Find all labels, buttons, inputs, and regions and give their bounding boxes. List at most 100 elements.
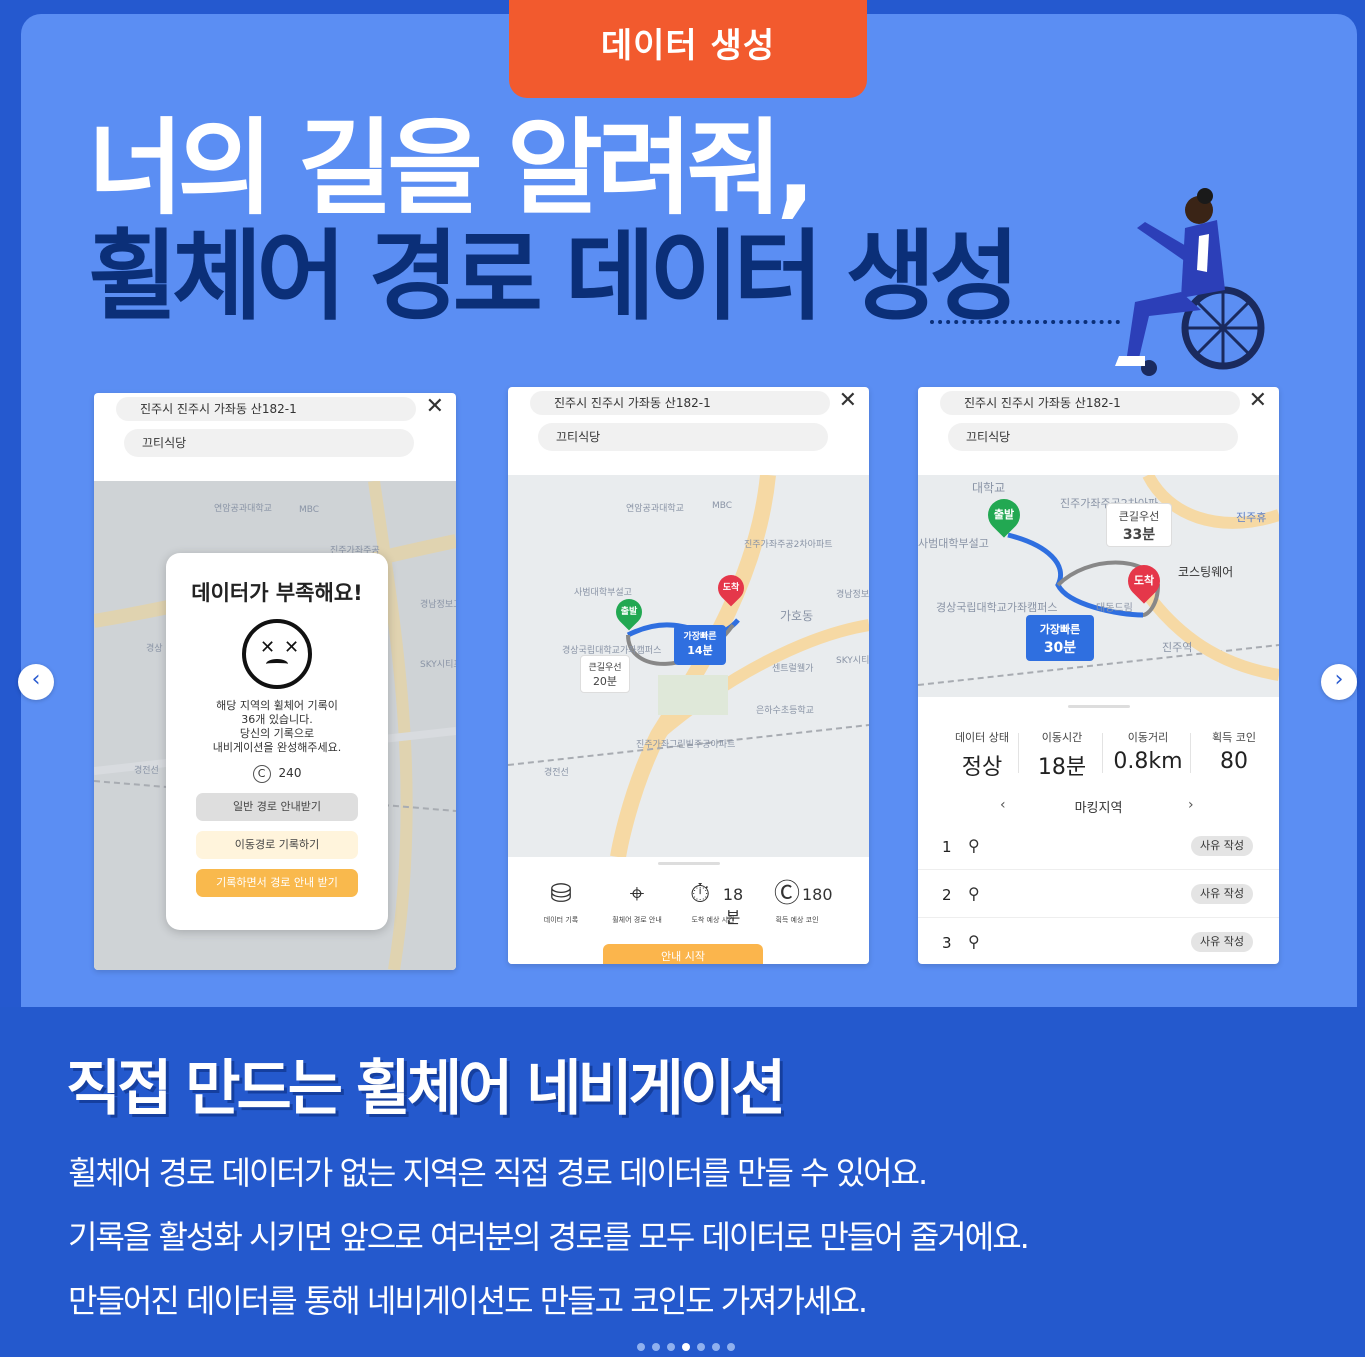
marking-row: 3 ⚲ 사유 작성: [918, 920, 1279, 964]
tool-value: 180: [802, 885, 833, 904]
database-add-icon: ⛁: [550, 879, 572, 909]
stat-duration: 이동시간 18분: [1018, 729, 1106, 781]
page-dot[interactable]: [667, 1343, 675, 1351]
place-bar[interactable]: 끄티식당: [538, 423, 828, 451]
dialog-line: 당신의 기록으로: [239, 727, 315, 740]
page-dot-active[interactable]: [682, 1343, 690, 1351]
description-line-3: 만들어진 데이터를 통해 네비게이션도 만들고 코인도 가져가세요.: [68, 1282, 868, 1320]
fast-route-time: 30분: [1043, 640, 1077, 656]
map-view[interactable]: 연암공과대학교 MBC 진주가좌주공2차아파트 사범대학부설고 가호동 경남정보…: [508, 475, 869, 857]
start-guide-button[interactable]: 안내 시작: [603, 944, 763, 964]
marking-number: 3: [942, 934, 952, 952]
normal-route-button[interactable]: 일반 경로 안내받기: [196, 793, 358, 821]
address-bar[interactable]: 진주시 진주시 가좌동 산182-1: [116, 397, 416, 421]
phone-screen-route-select: 진주시 진주시 가좌동 산182-1 ✕ 끄티식당 연암공과대학교 MBC 진주…: [508, 387, 869, 964]
drag-handle[interactable]: [658, 862, 720, 865]
stat-label: 이동시간: [1041, 731, 1083, 744]
page-dot[interactable]: [652, 1343, 660, 1351]
close-icon[interactable]: ✕: [839, 389, 857, 413]
write-reason-button[interactable]: 사유 작성: [1191, 836, 1253, 856]
stat-value: 정상: [961, 755, 1003, 780]
map-label: SKY시티프라디움: [420, 660, 456, 670]
chevron-left-icon[interactable]: ‹: [1000, 797, 1006, 813]
map-label: 경상: [146, 644, 163, 654]
end-pin[interactable]: 도착: [712, 569, 750, 607]
pagination-dots: [637, 1336, 742, 1351]
dialog-line: 내비게이션을 완성해주세요.: [212, 741, 342, 754]
map-label: 진주가좌그린빌주공아파트: [636, 740, 736, 750]
map-label: SKY시티프라디움: [836, 656, 869, 666]
prev-slide-button[interactable]: ‹: [18, 664, 54, 700]
page-dot[interactable]: [697, 1343, 705, 1351]
map-label: 대학교: [972, 481, 1006, 495]
page-dot[interactable]: [637, 1343, 645, 1351]
big-route-bubble[interactable]: 큰길우선 33분: [1106, 503, 1172, 547]
next-slide-button[interactable]: ›: [1321, 664, 1357, 700]
map-label: 진주휴: [1236, 511, 1267, 524]
drag-handle[interactable]: [1068, 705, 1130, 708]
phone-screen-no-data: 진주시 진주시 가좌동 산182-1 ✕ 끄티식당 연암공과대학교 MBC 진주…: [94, 393, 456, 970]
map-label: 진주가좌주공2차아파트: [744, 540, 833, 550]
page-dot[interactable]: [712, 1343, 720, 1351]
description-line-1: 휠체어 경로 데이터가 없는 지역은 직접 경로 데이터를 만들 수 있어요.: [68, 1154, 928, 1192]
address-bar[interactable]: 진주시 진주시 가좌동 산182-1: [940, 391, 1240, 415]
dialog-title: 데이터가 부족해요!: [191, 581, 363, 605]
headline-line-1: 너의 길을 알려줘,: [88, 107, 816, 229]
place-bar[interactable]: 끄티식당: [948, 423, 1238, 451]
fast-route-label: 가장빠른: [1039, 623, 1081, 636]
page-dot[interactable]: [727, 1343, 735, 1351]
map-label: 경전선: [134, 766, 159, 776]
map-label: 센트럴웰가: [772, 664, 814, 674]
headline-line-2: 휠체어 경로 데이터 생성: [88, 220, 1020, 334]
dialog-line: 36개 있습니다.: [241, 713, 313, 726]
address-bar[interactable]: 진주시 진주시 가좌동 산182-1: [530, 391, 830, 415]
write-reason-button[interactable]: 사유 작성: [1191, 884, 1253, 904]
write-reason-button[interactable]: 사유 작성: [1191, 932, 1253, 952]
close-icon[interactable]: ✕: [426, 395, 444, 419]
tool-label: 휠체어 경로 안내: [612, 916, 662, 924]
pushpin-icon: ⚲: [968, 884, 980, 903]
dialog-line: 해당 지역의 휠체어 기록이: [216, 699, 338, 712]
start-pin[interactable]: 출발: [610, 593, 648, 631]
fast-route-time: 14분: [687, 644, 713, 657]
map-label: 코스팅웨어: [1178, 565, 1234, 579]
fast-route-bubble[interactable]: 가장빠른 14분: [674, 625, 726, 665]
tool-data-record[interactable]: ⛁ 데이터 기록: [526, 879, 596, 925]
phone-screen-recorded-data: 진주시 진주시 가좌동 산182-1 ✕ 끄티식당 대학교 진주가좌주공2차아파…: [918, 387, 1279, 964]
end-pin[interactable]: 도착: [1121, 558, 1167, 604]
close-icon[interactable]: ✕: [1249, 389, 1267, 413]
end-pin-label: 도착: [722, 583, 740, 593]
tool-label: 데이터 기록: [543, 916, 579, 924]
map-label: 은하수초등학교: [756, 706, 814, 716]
chevron-right-icon[interactable]: ›: [1188, 797, 1194, 813]
map-pin-icon: ⌖: [629, 879, 645, 909]
stat-value: 0.8km: [1113, 749, 1183, 774]
start-pin-label: 출발: [620, 607, 638, 617]
fast-route-bubble[interactable]: 가장빠른 30분: [1026, 615, 1094, 661]
place-bar[interactable]: 끄티식당: [124, 429, 414, 457]
big-route-time: 20분: [592, 675, 618, 688]
map-view[interactable]: 대학교 진주가좌주공2차아파 진주휴 사범대학부설고 코스팅웨어 경상국립대학교…: [918, 475, 1279, 697]
record-route-button[interactable]: 이동경로 기록하기: [196, 831, 358, 859]
map-label: 사범대학부설고: [574, 588, 632, 598]
coin-icon: C: [252, 765, 271, 783]
end-pin-label: 도착: [1133, 574, 1155, 587]
big-route-label: 큰길우선: [588, 663, 622, 673]
tool-coin: Ⓒ 180 획득 예상 코인: [762, 879, 833, 925]
tool-route-guide[interactable]: ⌖ 휠체어 경로 안내: [602, 879, 672, 925]
marking-row: 1 ⚲ 사유 작성: [918, 824, 1279, 870]
dialog-message: 해당 지역의 휠체어 기록이 36개 있습니다. 당신의 기록으로 내비게이션을…: [166, 699, 388, 755]
description-line-2: 기록을 활성화 시키면 앞으로 여러분의 경로를 모두 데이터로 만들어 줄거에…: [68, 1218, 1030, 1256]
map-label: MBC: [299, 505, 320, 515]
start-pin[interactable]: 출발: [981, 492, 1027, 538]
record-and-guide-button[interactable]: 기록하면서 경로 안내 받기: [196, 869, 358, 897]
sad-face-icon: ✕ ✕: [242, 619, 312, 689]
big-route-bubble[interactable]: 큰길우선 20분: [580, 655, 630, 693]
map-label: 진주역: [1162, 641, 1193, 654]
marking-row: 2 ⚲ 사유 작성: [918, 872, 1279, 918]
big-route-label: 큰길우선: [1118, 510, 1160, 523]
pushpin-icon: ⚲: [968, 836, 980, 855]
map-label: 경남정보고등학교: [836, 590, 869, 600]
marking-number: 2: [942, 886, 952, 904]
stat-distance: 이동거리 0.8km: [1104, 729, 1192, 774]
